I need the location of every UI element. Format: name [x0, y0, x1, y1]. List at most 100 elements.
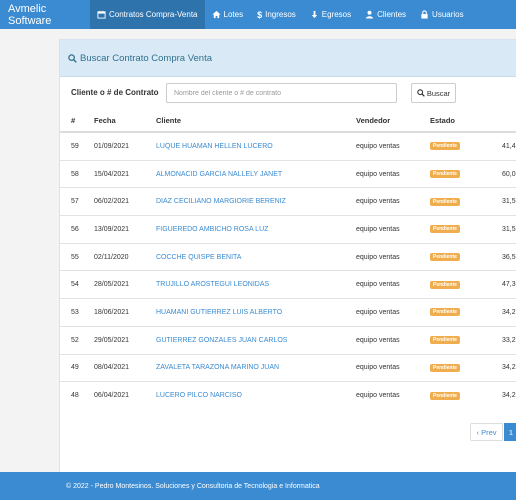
- row-state: Pendiente: [430, 187, 502, 216]
- row-date: 01/09/2021: [94, 131, 156, 161]
- status-badge: Pendiente: [430, 336, 460, 345]
- row-amount: 36,5: [502, 242, 516, 271]
- status-badge: Pendiente: [430, 253, 460, 262]
- table-row[interactable]: 55 02/11/2020 COCCHE QUISPE BENITA equipo v…: [60, 242, 516, 271]
- table-row[interactable]: 59 01/09/2021 LUQUE HUAMAN HELLEN LUCERO eq…: [60, 131, 516, 161]
- client-link[interactable]: HUAMANI GUTIERREZ LUIS ALBERTO: [156, 309, 282, 316]
- dollar-icon: $: [257, 10, 263, 20]
- row-client: DIAZ CECILIANO MARGIORIE BERENIZ: [156, 187, 356, 216]
- row-date: 15/04/2021: [94, 159, 156, 188]
- header-date: Fecha: [94, 110, 156, 133]
- row-amount: 34,2: [502, 298, 516, 327]
- row-amount: 60,0: [502, 159, 516, 188]
- row-amount: 34,2: [502, 353, 516, 382]
- search-input[interactable]: [166, 83, 397, 103]
- table-row[interactable]: 49 08/04/2021 ZAVALETA TARAZONA MARINO JUA…: [60, 353, 516, 382]
- row-date: 28/05/2021: [94, 270, 156, 299]
- footer-text: © 2022 - Pedro Montesinos. Soluciones y …: [66, 482, 320, 490]
- row-client: COCCHE QUISPE BENITA: [156, 242, 356, 271]
- client-link[interactable]: LUQUE HUAMAN HELLEN LUCERO: [156, 143, 273, 150]
- nav-lotes-label: Lotes: [223, 10, 244, 19]
- row-amount: 41,4: [502, 131, 516, 161]
- row-num: 53: [60, 298, 94, 327]
- table-row[interactable]: 53 18/06/2021 HUAMANI GUTIERREZ LUIS ALBER…: [60, 298, 516, 327]
- row-seller: equipo ventas: [356, 298, 430, 327]
- row-date: 18/06/2021: [94, 298, 156, 327]
- client-link[interactable]: ALMONACID GARCIA NALLELY JANET: [156, 171, 282, 178]
- status-badge: Pendiente: [430, 308, 460, 317]
- client-link[interactable]: LUCERO PILCO NARCISO: [156, 392, 242, 399]
- status-badge: Pendiente: [430, 280, 460, 289]
- client-link[interactable]: TRUJILLO AROSTEGUI LEONIDAS: [156, 281, 269, 288]
- row-amount: 33,2: [502, 325, 516, 354]
- search-button[interactable]: Buscar: [411, 83, 456, 103]
- table-row[interactable]: 48 06/04/2021 LUCERO PILCO NARCISO equipo v…: [60, 381, 516, 409]
- top-navbar: Avmelic Software Contratos Compra-Venta …: [0, 0, 516, 29]
- status-badge: Pendiente: [430, 363, 460, 372]
- row-client: LUCERO PILCO NARCISO: [156, 381, 356, 409]
- nav-clientes-label: Clientes: [377, 10, 407, 19]
- row-state: Pendiente: [430, 159, 502, 188]
- table-row[interactable]: 52 29/05/2021 GUTIERREZ GONZALES JUAN CARL…: [60, 325, 516, 354]
- nav-egresos-label: Egresos: [321, 10, 352, 19]
- row-date: 13/09/2021: [94, 215, 156, 244]
- lock-icon: [420, 10, 429, 19]
- pagination: ‹ Prev 1: [470, 423, 516, 441]
- table-row[interactable]: 57 06/02/2021 DIAZ CECILIANO MARGIORIE BER…: [60, 187, 516, 216]
- panel-title: Buscar Contrato Compra Venta: [80, 52, 213, 64]
- nav-usuarios[interactable]: Usuarios: [413, 0, 471, 29]
- prev-page-button[interactable]: ‹ Prev: [470, 423, 503, 441]
- panel-heading: Buscar Contrato Compra Venta: [60, 40, 516, 77]
- row-seller: equipo ventas: [356, 353, 430, 382]
- row-amount: 34,2: [502, 381, 516, 409]
- search-label: Cliente o # de Contrato: [71, 88, 159, 97]
- table-row[interactable]: 56 13/09/2021 FIGUEREDO AMBICHO ROSA LUZ eq…: [60, 215, 516, 244]
- row-date: 06/04/2021: [94, 381, 156, 409]
- footer: © 2022 - Pedro Montesinos. Soluciones y …: [0, 472, 516, 500]
- table-row[interactable]: 58 15/04/2021 ALMONACID GARCIA NALLELY JAN…: [60, 159, 516, 188]
- status-badge: Pendiente: [430, 197, 460, 206]
- row-seller: equipo ventas: [356, 270, 430, 299]
- row-num: 54: [60, 270, 94, 299]
- table-row[interactable]: 54 28/05/2021 TRUJILLO AROSTEGUI LEONIDAS e…: [60, 270, 516, 299]
- client-link[interactable]: FIGUEREDO AMBICHO ROSA LUZ: [156, 226, 268, 233]
- row-num: 52: [60, 325, 94, 354]
- row-date: 08/04/2021: [94, 353, 156, 382]
- client-link[interactable]: COCCHE QUISPE BENITA: [156, 254, 241, 261]
- row-seller: equipo ventas: [356, 215, 430, 244]
- table-header-row: # Fecha Cliente Vendedor Estado: [60, 110, 516, 133]
- row-num: 48: [60, 381, 94, 409]
- row-seller: equipo ventas: [356, 187, 430, 216]
- row-seller: equipo ventas: [356, 131, 430, 161]
- search-panel: Buscar Contrato Compra Venta Cliente o #…: [59, 39, 516, 473]
- row-state: Pendiente: [430, 298, 502, 327]
- row-state: Pendiente: [430, 270, 502, 299]
- status-badge: Pendiente: [430, 225, 460, 234]
- row-num: 57: [60, 187, 94, 216]
- client-link[interactable]: DIAZ CECILIANO MARGIORIE BERENIZ: [156, 198, 286, 205]
- row-state: Pendiente: [430, 215, 502, 244]
- row-seller: equipo ventas: [356, 159, 430, 188]
- row-client: LUQUE HUAMAN HELLEN LUCERO: [156, 131, 356, 161]
- brand-logo[interactable]: Avmelic Software: [0, 0, 90, 29]
- nav-clientes[interactable]: Clientes: [358, 0, 413, 29]
- nav-ingresos[interactable]: $ Ingresos: [250, 0, 303, 29]
- row-seller: equipo ventas: [356, 242, 430, 271]
- calendar-icon: [97, 10, 106, 19]
- row-num: 55: [60, 242, 94, 271]
- client-link[interactable]: ZAVALETA TARAZONA MARINO JUAN: [156, 364, 279, 371]
- header-state: Estado: [430, 110, 502, 133]
- row-state: Pendiente: [430, 353, 502, 382]
- row-num: 49: [60, 353, 94, 382]
- row-date: 29/05/2021: [94, 325, 156, 354]
- row-state: Pendiente: [430, 242, 502, 271]
- row-num: 56: [60, 215, 94, 244]
- row-state: Pendiente: [430, 325, 502, 354]
- page-1-button[interactable]: 1: [504, 423, 516, 441]
- nav-lotes[interactable]: Lotes: [205, 0, 251, 29]
- nav-egresos[interactable]: Egresos: [303, 0, 358, 29]
- nav-contratos[interactable]: Contratos Compra-Venta: [90, 0, 205, 29]
- row-client: FIGUEREDO AMBICHO ROSA LUZ: [156, 215, 356, 244]
- client-link[interactable]: GUTIERREZ GONZALES JUAN CARLOS: [156, 337, 287, 344]
- row-date: 06/02/2021: [94, 187, 156, 216]
